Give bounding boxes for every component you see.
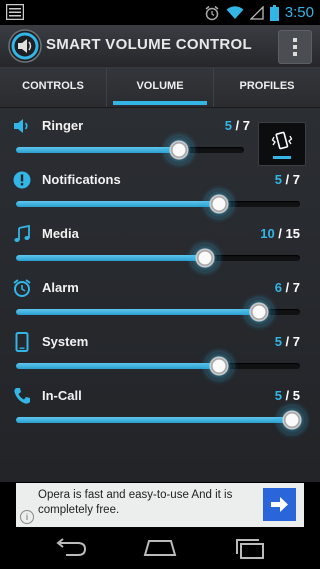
slider-thumb[interactable] [191, 244, 220, 272]
slider-fill [16, 147, 179, 153]
app-title: SMART VOLUME CONTROL [46, 36, 252, 53]
ringer-mode-button[interactable] [258, 122, 306, 166]
vibrate-icon [271, 131, 293, 150]
volume-slider-alarm[interactable] [16, 298, 300, 326]
volume-label: Alarm [42, 280, 79, 295]
phone-icon [15, 332, 29, 352]
tab-controls[interactable]: CONTROLS [0, 67, 107, 107]
volume-label: Media [42, 226, 79, 241]
slider-thumb[interactable] [245, 298, 274, 326]
music-note-icon [14, 224, 30, 242]
volume-value: 5 / 7 [224, 118, 250, 133]
volume-row-in-call: In-Call 5 / 5 [0, 382, 320, 436]
volume-slider-in-call[interactable] [16, 406, 306, 434]
app-bar: SMART VOLUME CONTROL [0, 25, 320, 68]
status-time: 3:50 [284, 4, 314, 21]
volume-label: Ringer [42, 118, 84, 133]
volume-row-alarm: Alarm 6 / 7 [0, 274, 320, 328]
volume-slider-notifications[interactable] [16, 190, 300, 218]
overflow-menu-button[interactable] [278, 30, 312, 64]
notification-menu-icon [6, 4, 24, 20]
signal-icon [249, 5, 264, 20]
home-icon[interactable] [140, 535, 180, 561]
exclamation-icon [13, 171, 31, 189]
volume-value: 5 / 7 [274, 172, 300, 187]
ad-text[interactable]: Opera is fast and easy-to-use And it is … [38, 488, 270, 518]
volume-slider-system[interactable] [16, 352, 300, 380]
back-icon[interactable] [50, 535, 90, 561]
ringer-mode-indicator [273, 156, 291, 159]
volume-value: 10 / 15 [260, 226, 300, 241]
ad-banner[interactable]: Opera is fast and easy-to-use And it is … [16, 483, 304, 527]
slider-fill [16, 309, 260, 315]
status-bar: 3:50 [0, 0, 320, 25]
system-nav-bar [0, 527, 320, 569]
slider-fill [16, 363, 219, 369]
battery-icon [269, 4, 279, 21]
volume-row-system: System 5 / 7 [0, 328, 320, 382]
tab-profiles[interactable]: PROFILES [214, 67, 320, 107]
overflow-menu-icon [293, 38, 297, 42]
tab-volume[interactable]: VOLUME [107, 67, 214, 107]
ad-info-icon[interactable]: i [20, 510, 34, 524]
recents-icon[interactable] [230, 535, 270, 561]
slider-thumb[interactable] [164, 136, 193, 164]
wifi-icon [226, 5, 244, 19]
slider-fill [16, 255, 206, 261]
ad-cta-button[interactable] [263, 488, 296, 521]
volume-row-media: Media 10 / 15 [0, 220, 320, 274]
slider-fill [16, 417, 292, 423]
slider-thumb[interactable] [278, 406, 306, 434]
slider-thumb[interactable] [204, 352, 233, 380]
volume-label: Notifications [42, 172, 121, 187]
volume-value: 5 / 7 [274, 334, 300, 349]
slider-fill [16, 201, 219, 207]
alarm-icon [205, 5, 219, 20]
handset-icon [14, 388, 30, 404]
volume-slider-media[interactable] [16, 244, 300, 272]
volume-row-notifications: Notifications 5 / 7 [0, 166, 320, 220]
slider-thumb[interactable] [204, 190, 233, 218]
volume-value: 5 / 5 [274, 388, 300, 403]
alarm-clock-icon [13, 279, 31, 297]
volume-row-ringer: Ringer 5 / 7 [0, 112, 320, 166]
tab-bar: CONTROLS VOLUME PROFILES [0, 67, 320, 108]
volume-label: System [42, 334, 89, 349]
speaker-icon [14, 119, 28, 133]
volume-slider-ringer[interactable] [16, 136, 244, 164]
app-logo-icon [8, 29, 42, 63]
volume-panel: Ringer 5 / 7 Notifications 5 / 7 Media 1… [0, 108, 320, 482]
arrow-right-icon [271, 497, 288, 512]
volume-value: 6 / 7 [274, 280, 300, 295]
volume-label: In-Call [42, 388, 82, 403]
